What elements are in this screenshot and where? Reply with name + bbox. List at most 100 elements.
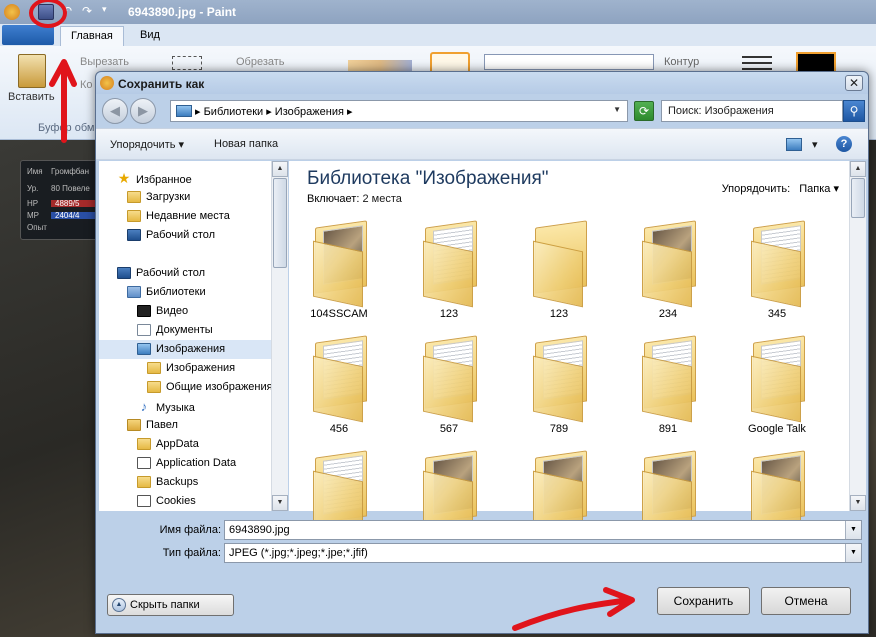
- nav-item[interactable]: ★ Избранное: [99, 169, 271, 188]
- save-quick-icon[interactable]: [38, 4, 54, 20]
- nav-item-label: Документы: [156, 324, 213, 336]
- scroll-up-arrow[interactable]: ▲: [272, 161, 288, 177]
- chevron-down-icon[interactable]: ▼: [845, 544, 861, 562]
- includes-locations-link[interactable]: 2 места: [362, 193, 401, 205]
- scroll-down-arrow[interactable]: ▼: [850, 495, 866, 511]
- ribbon-tabs: Главная Вид: [0, 24, 876, 46]
- folder-item[interactable]: 567: [399, 331, 499, 441]
- close-button[interactable]: ✕: [845, 75, 863, 91]
- libraries-icon: [127, 286, 141, 299]
- nav-item[interactable]: Рабочий стол: [99, 264, 271, 283]
- search-icon[interactable]: ⚲: [843, 100, 865, 122]
- nav-item[interactable]: Изображения: [99, 359, 271, 378]
- nav-item[interactable]: Рабочий стол: [99, 226, 271, 245]
- nav-item-label: Изображения: [156, 343, 226, 355]
- cut-button[interactable]: Вырезать: [80, 56, 129, 68]
- nav-item[interactable]: Изображения: [99, 340, 271, 359]
- copy-button[interactable]: Ко: [80, 79, 93, 91]
- desktop-icon: [117, 267, 131, 280]
- includes-label: Включает:: [307, 193, 360, 205]
- nav-item-label: Избранное: [136, 174, 192, 186]
- folder-name: 104SSCAM: [310, 308, 368, 320]
- nav-item[interactable]: Application Data: [99, 454, 271, 473]
- folder-item[interactable]: Google Talk: [727, 331, 827, 441]
- hud-name-value: Громфбан: [51, 167, 90, 176]
- cancel-button[interactable]: Отмена: [761, 587, 851, 615]
- file-list-scrollbar[interactable]: ▲ ▼: [849, 161, 866, 511]
- back-button[interactable]: ◀: [102, 98, 128, 124]
- nav-item[interactable]: AppData: [99, 435, 271, 454]
- paste-button[interactable]: Вставить: [8, 91, 55, 103]
- crop-button[interactable]: Обрезать: [236, 56, 285, 68]
- new-folder-button[interactable]: Новая папка: [214, 138, 278, 150]
- hide-folders-button[interactable]: ▲ Скрыть папки: [107, 594, 234, 616]
- size-icon[interactable]: [742, 56, 772, 72]
- help-icon[interactable]: ?: [836, 136, 852, 152]
- scroll-down-arrow[interactable]: ▼: [272, 495, 288, 511]
- folder-item[interactable]: 345: [727, 216, 827, 326]
- folder-name: Google Talk: [748, 423, 806, 435]
- search-input[interactable]: Поиск: Изображения: [661, 100, 843, 122]
- scroll-thumb[interactable]: [851, 178, 865, 218]
- tab-view[interactable]: Вид: [130, 26, 170, 46]
- nav-item[interactable]: Cookies: [99, 492, 271, 511]
- paint-app-icon[interactable]: [4, 4, 20, 20]
- organize-button[interactable]: Упорядочить ▾: [110, 138, 184, 151]
- nav-item[interactable]: Backups: [99, 473, 271, 492]
- nav-item[interactable]: ♪ Музыка: [99, 397, 271, 416]
- view-dropdown-icon[interactable]: ▾: [812, 138, 818, 151]
- nav-item[interactable]: Общие изображения: [99, 378, 273, 397]
- folder-name: 123: [549, 308, 569, 320]
- file-list: Библиотека "Изображения" Включает: 2 мес…: [289, 161, 849, 538]
- address-bar[interactable]: ▸ Библиотеки ▸ Изображения ▸ ▼: [170, 100, 628, 122]
- chevron-down-icon[interactable]: ▼: [845, 521, 861, 539]
- refresh-button[interactable]: ⟳: [634, 101, 654, 121]
- file-type-select[interactable]: JPEG (*.jpg;*.jpeg;*.jpe;*.jfif) ▼: [224, 543, 862, 563]
- outline-dropdown[interactable]: Контур: [664, 56, 699, 68]
- hide-folders-label: Скрыть папки: [130, 599, 200, 611]
- navigation-pane: ★ Избранное Загрузки Недавние места Рабочий …: [99, 161, 287, 511]
- folder-item[interactable]: 891: [618, 331, 718, 441]
- nav-item[interactable]: Загрузки: [99, 188, 271, 207]
- search-placeholder: Поиск: Изображения: [668, 105, 774, 117]
- shapes-gallery-icon[interactable]: [484, 54, 654, 70]
- nav-pane-scrollbar[interactable]: ▲ ▼: [271, 161, 288, 511]
- clipboard-icon[interactable]: [18, 54, 46, 88]
- game-hud: Имя Громфбан Ур. 80 Повеле HP 4889/5 MP …: [20, 160, 100, 240]
- save-button[interactable]: Сохранить: [657, 587, 750, 615]
- nav-item[interactable]: Документы: [99, 321, 271, 340]
- save-as-dialog: Сохранить как ✕ ◀ ▶ ▸ Библиотеки ▸ Изобр…: [95, 71, 869, 634]
- folder-item[interactable]: 789: [509, 331, 609, 441]
- folder-item[interactable]: 123: [399, 216, 499, 326]
- nav-item[interactable]: Видео: [99, 302, 271, 321]
- file-type-value: JPEG (*.jpg;*.jpeg;*.jpe;*.jfif): [229, 547, 368, 559]
- folder-item[interactable]: 123: [509, 216, 609, 326]
- undo-quick-icon[interactable]: ↶: [62, 4, 78, 20]
- scroll-thumb[interactable]: [273, 178, 287, 268]
- address-dropdown-icon[interactable]: ▼: [613, 105, 621, 114]
- desktop-icon: [127, 229, 141, 242]
- qat-dropdown-icon[interactable]: ▾: [102, 4, 118, 20]
- hud-mp-label: MP: [27, 211, 39, 220]
- select-icon[interactable]: [172, 56, 202, 70]
- folder-item[interactable]: 234: [618, 216, 718, 326]
- dialog-titlebar[interactable]: Сохранить как ✕: [96, 72, 868, 94]
- folder-item[interactable]: 456: [289, 331, 389, 441]
- folder-item[interactable]: 104SSCAM: [289, 216, 389, 326]
- view-icon[interactable]: [786, 138, 802, 151]
- nav-item[interactable]: Недавние места: [99, 207, 271, 226]
- star-icon: ★: [117, 170, 131, 186]
- nav-item[interactable]: Павел: [99, 416, 271, 435]
- breadcrumb[interactable]: ▸ Библиотеки ▸ Изображения ▸: [195, 105, 353, 118]
- scroll-up-arrow[interactable]: ▲: [850, 161, 866, 177]
- redo-quick-icon[interactable]: ↷: [82, 4, 98, 20]
- folder-name: 234: [658, 308, 678, 320]
- file-name-field[interactable]: 6943890.jpg ▼: [224, 520, 862, 540]
- folder-name: 567: [439, 423, 459, 435]
- folder-icon: [533, 240, 583, 308]
- tab-home[interactable]: Главная: [60, 26, 124, 46]
- paint-menu-button[interactable]: [2, 25, 54, 45]
- forward-button[interactable]: ▶: [130, 98, 156, 124]
- nav-item[interactable]: Библиотеки: [99, 283, 271, 302]
- arrange-dropdown[interactable]: Папка ▾: [799, 183, 839, 195]
